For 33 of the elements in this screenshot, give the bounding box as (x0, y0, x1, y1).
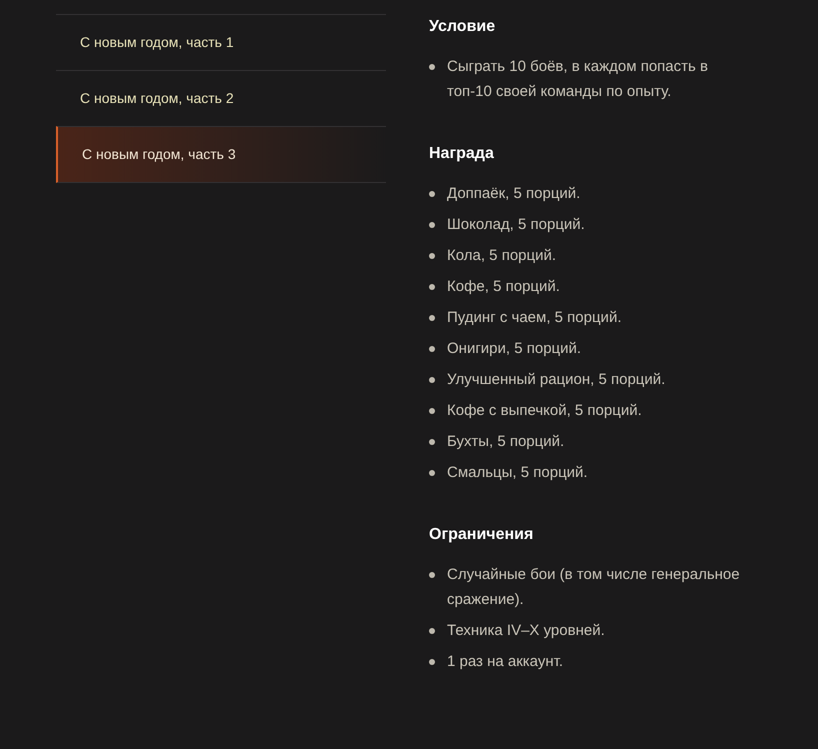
section-heading: Ограничения (429, 525, 534, 545)
list-item-text: Доппаёк, 5 порций. (447, 184, 580, 204)
list-item-text: Пудинг с чаем, 5 порций. (447, 308, 622, 328)
bullet-icon (429, 659, 435, 665)
section-heading: Условие (429, 17, 496, 37)
bullet-icon (429, 377, 435, 383)
list-item-text: Онигири, 5 порций. (447, 339, 582, 359)
list-item-text: Бухты, 5 порций. (447, 432, 564, 452)
bullet-icon (429, 64, 435, 70)
section-heading: Награда (429, 144, 495, 164)
list-item-text: Кофе, 5 порций. (447, 277, 560, 297)
list-item-text: Случайные бои (в том числе генеральное сражение). (447, 565, 741, 610)
list-item-text: Техника IV–X уровней. (447, 621, 605, 641)
bullet-icon (429, 253, 435, 259)
list-item-text: Смальцы, 5 порций. (447, 463, 588, 483)
bullet-icon (429, 222, 435, 228)
bullet-icon (429, 572, 435, 578)
bullet-icon (429, 315, 435, 321)
quest-tab[interactable]: С новым годом, часть 3 (56, 126, 386, 183)
list-item-text: Сыграть 10 боёв, в каждом попасть в топ-10 своей команды по опыту. (447, 57, 709, 102)
list-item-text: Улучшенный рацион, 5 порций. (447, 370, 666, 390)
bullet-icon (429, 284, 435, 290)
bullet-icon (429, 470, 435, 476)
list-item-text: Кола, 5 порций. (447, 246, 556, 266)
list-item-text: 1 раз на аккаунт. (447, 652, 563, 672)
list-item-text: Кофе с выпечкой, 5 порций. (447, 401, 642, 421)
bullet-icon (429, 191, 435, 197)
bullet-icon (429, 628, 435, 634)
quest-tab[interactable]: С новым годом, часть 1 (56, 14, 386, 71)
bullet-icon (429, 408, 435, 414)
bullet-icon (429, 346, 435, 352)
list-item-text: Шоколад, 5 порций. (447, 215, 585, 235)
bullet-icon (429, 439, 435, 445)
